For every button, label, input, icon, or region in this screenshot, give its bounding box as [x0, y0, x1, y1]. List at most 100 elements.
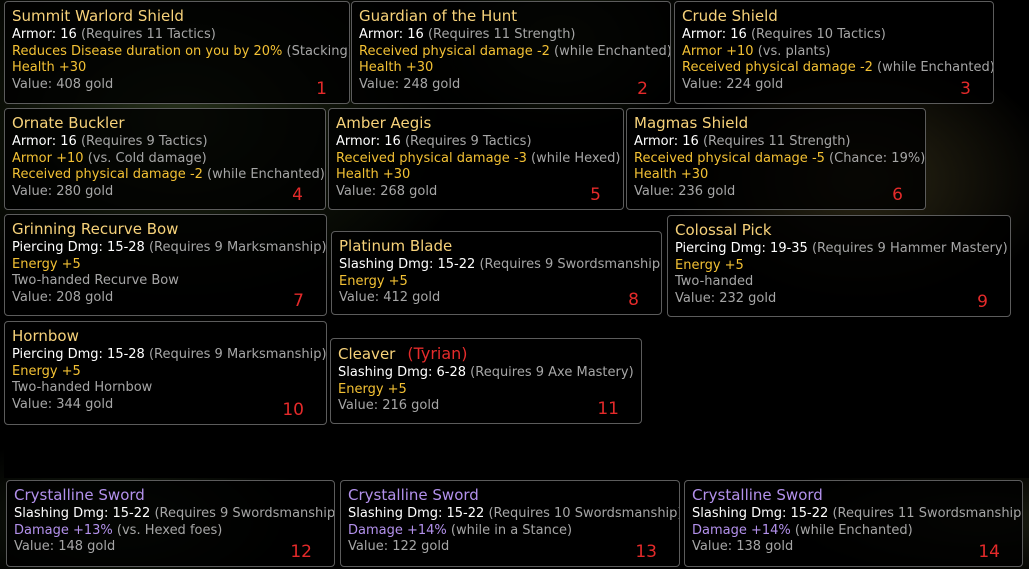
- item-number: 4: [292, 185, 303, 205]
- armor-value: Armor: 16: [682, 27, 747, 42]
- item-tooltip-crystalline-sword-3: Crystalline Sword Slashing Dmg: 15-22 (R…: [684, 480, 1023, 567]
- requirement: (Requires 11 Strength): [702, 134, 851, 149]
- item-value: Value: 236 gold: [634, 183, 736, 199]
- requirement: (Requires 11 Tactics): [80, 27, 216, 42]
- modifier: Health +30: [336, 167, 411, 182]
- modifier-condition: (while in a Stance): [450, 522, 573, 538]
- item-name: Ornate Buckler: [12, 114, 125, 132]
- dark-gap: [4, 420, 1029, 478]
- item-number: 6: [892, 185, 903, 205]
- modifier: Energy +5: [12, 256, 81, 272]
- item-value: Value: 408 gold: [12, 76, 114, 92]
- requirement: (Requires 9 Marksmanship): [148, 240, 327, 255]
- item-value: Value: 208 gold: [12, 289, 114, 305]
- armor-value: Armor: 16: [359, 27, 424, 42]
- item-value: Value: 148 gold: [14, 539, 116, 554]
- modifier: Damage +14%: [348, 522, 447, 538]
- damage-value: Piercing Dmg: 15-28: [12, 240, 145, 255]
- item-value: Value: 216 gold: [338, 398, 440, 413]
- modifier: Energy +5: [339, 273, 408, 289]
- armor-value: Armor: 16: [336, 134, 401, 149]
- item-tooltip-guardian-of-the-hunt: Guardian of the Hunt Armor: 16 (Requires…: [351, 1, 671, 104]
- armor-value: Armor: 16: [12, 134, 77, 149]
- item-number: 7: [293, 291, 304, 311]
- requirement: (Requires 10 Swordsmanship): [488, 506, 680, 521]
- modifier-condition: (Stacking): [286, 43, 350, 59]
- item-number: 1: [316, 79, 327, 99]
- damage-value: Slashing Dmg: 15-22: [14, 506, 151, 521]
- modifier: Received physical damage -3: [336, 150, 527, 166]
- modifier: Energy +5: [12, 363, 81, 379]
- item-value: Value: 268 gold: [336, 183, 438, 199]
- requirement: (Requires 9 Axe Mastery): [470, 365, 634, 380]
- item-tooltip-platinum-blade: Platinum Blade Slashing Dmg: 15-22 (Requ…: [331, 231, 662, 315]
- item-tooltip-grinning-recurve-bow: Grinning Recurve Bow Piercing Dmg: 15-28…: [4, 214, 327, 316]
- item-number: 2: [637, 79, 648, 99]
- item-name: Grinning Recurve Bow: [12, 220, 179, 238]
- weapon-type: Two-handed: [675, 274, 754, 289]
- item-name: Crystalline Sword: [692, 486, 823, 504]
- item-value: Value: 248 gold: [359, 76, 461, 92]
- modifier-condition: (vs. Cold damage): [87, 150, 207, 166]
- item-name: Crystalline Sword: [14, 486, 145, 504]
- damage-value: Piercing Dmg: 15-28: [12, 347, 145, 362]
- damage-value: Piercing Dmg: 19-35: [675, 241, 808, 256]
- item-name: Cleaver: [338, 345, 396, 363]
- requirement: (Requires 11 Strength): [427, 27, 576, 42]
- item-tooltip-cleaver: Cleaver (Tyrian) Slashing Dmg: 6-28 (Requ…: [330, 338, 642, 424]
- damage-value: Slashing Dmg: 15-22: [692, 506, 829, 521]
- item-value: Value: 232 gold: [675, 290, 777, 306]
- item-value: Value: 138 gold: [692, 539, 794, 554]
- item-name: Summit Warlord Shield: [12, 7, 184, 25]
- modifier-condition: (while Hexed): [531, 150, 621, 166]
- modifier: Armor +10: [12, 150, 84, 166]
- item-number: 12: [290, 542, 312, 562]
- weapon-type: Two-handed Hornbow: [12, 380, 153, 395]
- item-tooltip-crystalline-sword-2: Crystalline Sword Slashing Dmg: 15-22 (R…: [340, 480, 680, 567]
- modifier: Armor +10: [682, 43, 754, 59]
- item-number: 13: [635, 542, 657, 562]
- item-tooltip-crude-shield: Crude Shield Armor: 16 (Requires 10 Tact…: [674, 1, 994, 104]
- item-number: 11: [597, 399, 619, 419]
- armor-value: Armor: 16: [634, 134, 699, 149]
- requirement: (Requires 9 Tactics): [80, 134, 208, 149]
- modifier-condition: (vs. plants): [757, 43, 831, 59]
- modifier: Health +30: [359, 60, 434, 75]
- requirement: (Requires 10 Tactics): [750, 27, 886, 42]
- item-name: Colossal Pick: [675, 221, 772, 239]
- item-name: Guardian of the Hunt: [359, 7, 518, 25]
- modifier: Received physical damage -2: [682, 60, 873, 75]
- modifier: Health +30: [634, 167, 709, 182]
- item-number: 10: [282, 400, 304, 420]
- item-tooltip-colossal-pick: Colossal Pick Piercing Dmg: 19-35 (Requi…: [667, 215, 1011, 317]
- item-value: Value: 280 gold: [12, 183, 114, 199]
- modifier: Damage +14%: [692, 522, 791, 538]
- modifier: Received physical damage -5: [634, 150, 825, 166]
- item-value: Value: 412 gold: [339, 290, 441, 305]
- modifier-condition: (Chance: 19%): [829, 150, 926, 166]
- modifier-condition: (vs. Hexed foes): [116, 522, 223, 538]
- modifier-condition: (while Enchanted): [554, 43, 671, 59]
- requirement: (Requires 9 Tactics): [404, 134, 532, 149]
- modifier: Damage +13%: [14, 522, 113, 538]
- modifier-condition: (while Enchanted): [794, 522, 913, 538]
- weapon-type: Two-handed Recurve Bow: [12, 273, 179, 288]
- damage-value: Slashing Dmg: 6-28: [338, 365, 467, 380]
- damage-value: Slashing Dmg: 15-22: [339, 257, 476, 272]
- item-tooltip-ornate-buckler: Ornate Buckler Armor: 16 (Requires 9 Tac…: [4, 108, 326, 210]
- requirement: (Requires 9 Hammer Mastery): [811, 241, 1008, 256]
- item-name: Platinum Blade: [339, 237, 453, 255]
- item-number: 3: [960, 79, 971, 99]
- requirement: (Requires 9 Swordsmanship): [154, 506, 335, 521]
- item-name: Crude Shield: [682, 7, 778, 25]
- modifier: Reduces Disease duration on you by 20%: [12, 43, 283, 59]
- item-value: Value: 344 gold: [12, 396, 114, 412]
- item-number: 8: [628, 290, 639, 310]
- modifier: Energy +5: [338, 381, 407, 397]
- requirement: (Requires 11 Swordsmanship): [832, 506, 1023, 521]
- item-number: 14: [978, 542, 1000, 562]
- modifier-condition: (while Enchanted): [207, 167, 325, 182]
- item-tooltip-crystalline-sword-1: Crystalline Sword Slashing Dmg: 15-22 (R…: [6, 480, 335, 567]
- item-tooltip-amber-aegis: Amber Aegis Armor: 16 (Requires 9 Tactic…: [328, 108, 624, 210]
- item-name: Crystalline Sword: [348, 486, 479, 504]
